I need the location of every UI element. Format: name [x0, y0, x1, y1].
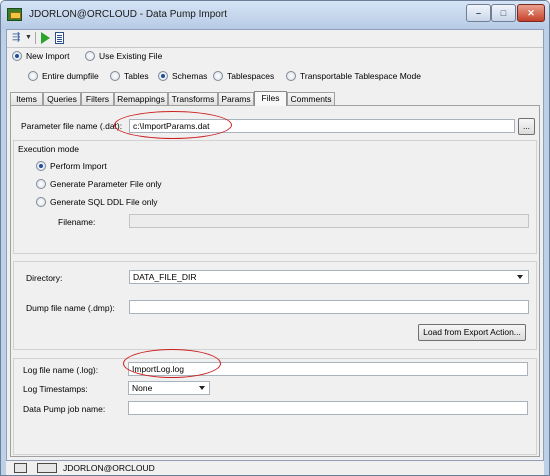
tab-items[interactable]: Items — [10, 92, 43, 105]
filename-input[interactable] — [129, 214, 529, 228]
radio-label: Perform Import — [50, 161, 107, 171]
radio-label: Schemas — [172, 71, 208, 81]
job-name-label: Data Pump job name: — [23, 404, 106, 414]
chevron-down-icon — [517, 275, 523, 279]
radio-dot — [28, 71, 38, 81]
dialog-client-area: ⇶ ▼ New Import Use Existing File Entire … — [6, 29, 544, 461]
log-timestamps-label: Log Timestamps: — [23, 384, 88, 394]
filename-label: Filename: — [58, 217, 96, 227]
radio-dot — [36, 179, 46, 189]
radio-label: Entire dumpfile — [42, 71, 99, 81]
directory-value: DATA_FILE_DIR — [133, 272, 197, 282]
dump-file-label: Dump file name (.dmp): — [26, 303, 115, 313]
tab-transforms[interactable]: Transforms — [168, 92, 218, 105]
tab-files[interactable]: Files — [254, 91, 287, 106]
radio-dot — [36, 197, 46, 207]
title-bar[interactable]: JDORLON@ORCLOUD - Data Pump Import – □ ✕ — [1, 1, 549, 29]
tab-comments[interactable]: Comments — [287, 92, 335, 105]
radio-dot — [158, 71, 168, 81]
param-file-label: Parameter file name (.dat): — [21, 121, 123, 131]
tab-queries[interactable]: Queries — [43, 92, 81, 105]
action-arrow-icon[interactable]: ⇶ — [12, 32, 20, 44]
execution-mode-group: Execution mode Perform Import Generate P… — [13, 140, 537, 254]
status-bar: JDORLON@ORCLOUD — [6, 461, 544, 475]
maximize-button[interactable]: □ — [491, 4, 516, 22]
window-title: JDORLON@ORCLOUD - Data Pump Import — [29, 9, 227, 20]
radio-dot — [36, 161, 46, 171]
toolbar-separator — [35, 32, 36, 44]
tab-params[interactable]: Params — [218, 92, 254, 105]
radio-label: Tablespaces — [227, 71, 275, 81]
files-tab-panel: Parameter file name (.dat): c:\ImportPar… — [10, 105, 540, 457]
tab-remappings[interactable]: Remappings — [114, 92, 168, 105]
app-icon — [7, 8, 22, 21]
tab-strip: Items Queries Filters Remappings Transfo… — [10, 91, 540, 106]
radio-label: Transportable Tablespace Mode — [300, 71, 421, 81]
radio-label: Tables — [124, 71, 149, 81]
radio-dot — [213, 71, 223, 81]
log-timestamps-select[interactable]: None — [128, 381, 210, 395]
toolbar-divider — [7, 47, 543, 48]
radio-dot — [286, 71, 296, 81]
close-button[interactable]: ✕ — [517, 4, 545, 22]
chevron-down-icon — [199, 386, 205, 390]
browse-button[interactable]: ... — [518, 118, 535, 135]
tab-filters[interactable]: Filters — [81, 92, 114, 105]
directory-select[interactable]: DATA_FILE_DIR — [129, 270, 529, 284]
toolbar: ⇶ ▼ — [7, 30, 543, 46]
radio-dot — [85, 51, 95, 61]
radio-dot — [110, 71, 120, 81]
status-connection: JDORLON@ORCLOUD — [63, 463, 155, 473]
log-file-label: Log file name (.log): — [23, 365, 99, 375]
log-timestamps-value: None — [132, 383, 153, 393]
job-name-input[interactable] — [128, 401, 528, 415]
radio-label: Generate SQL DDL File only — [50, 197, 158, 207]
run-icon[interactable] — [41, 32, 50, 44]
annotation-oval — [123, 349, 221, 378]
dump-file-group: Directory: DATA_FILE_DIR Dump file name … — [13, 261, 537, 350]
chevron-down-icon[interactable]: ▼ — [25, 32, 32, 44]
radio-dot — [12, 51, 22, 61]
radio-label: Generate Parameter File only — [50, 179, 162, 189]
radio-label: New Import — [26, 51, 70, 61]
execution-mode-title: Execution mode — [18, 144, 79, 154]
radio-label: Use Existing File — [99, 51, 163, 61]
directory-label: Directory: — [26, 273, 63, 283]
monitor-icon — [14, 463, 27, 473]
connection-icon — [37, 463, 57, 473]
document-icon[interactable] — [55, 32, 64, 44]
load-from-export-action-button[interactable]: Load from Export Action... — [418, 324, 526, 341]
minimize-button[interactable]: – — [466, 4, 491, 22]
annotation-oval — [114, 111, 232, 139]
dump-file-input[interactable] — [129, 300, 529, 314]
data-pump-import-window: JDORLON@ORCLOUD - Data Pump Import – □ ✕… — [0, 0, 550, 476]
